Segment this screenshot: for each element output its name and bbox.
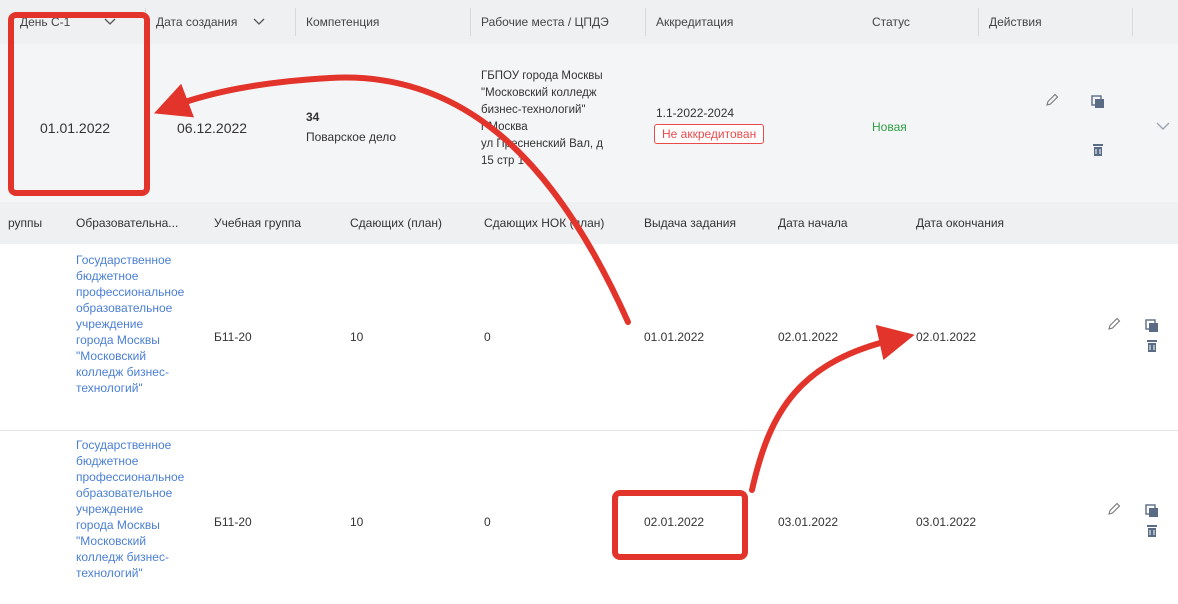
org-line: "Московский	[76, 534, 147, 548]
org-line: профессиональное	[76, 470, 185, 484]
copy-icon[interactable]	[1144, 318, 1160, 334]
copy-icon[interactable]	[1090, 94, 1106, 110]
end-date-value: 03.01.2022	[916, 515, 977, 529]
study-group-value: Б11-20	[214, 515, 252, 529]
trash-icon[interactable]	[1144, 338, 1160, 354]
competence-name: Поварское дело	[306, 130, 397, 144]
workplace-line: бизнес-технологий"	[481, 104, 586, 116]
org-line: учреждение	[76, 317, 144, 331]
org-link[interactable]: Государственное бюджетное профессиональн…	[76, 252, 200, 396]
nok-plan-value: 0	[484, 330, 491, 344]
chevron-down-icon[interactable]	[1156, 120, 1172, 136]
workplace-line: ул Пресненский Вал, д	[481, 138, 604, 150]
issue-date-value: 01.01.2022	[644, 330, 705, 344]
created-date-value: 06.12.2022	[177, 120, 248, 136]
org-line: бюджетное	[76, 454, 139, 468]
table-header: День С-1 Дата создания Компетенция Рабоч…	[0, 0, 1178, 44]
competence-code: 34	[306, 110, 320, 124]
org-line: образовательное	[76, 486, 173, 500]
workplace-line: "Московский колледж	[481, 87, 597, 99]
pencil-icon[interactable]	[1106, 316, 1122, 332]
accreditation-code: 1.1-2022-2024	[656, 106, 735, 120]
trash-icon[interactable]	[1090, 142, 1106, 158]
org-line: колледж бизнес-	[76, 365, 169, 379]
nok-plan-value: 0	[484, 515, 491, 529]
header-accreditation: Аккредитация	[656, 15, 734, 29]
start-date-value: 03.01.2022	[778, 515, 839, 529]
workplace-line: ГБПОУ города Москвы	[481, 70, 603, 82]
org-line: технологий"	[76, 381, 143, 395]
header-day-c1[interactable]: День С-1	[20, 0, 116, 44]
org-line: технологий"	[76, 566, 143, 580]
trash-icon[interactable]	[1144, 523, 1160, 539]
header-created-date[interactable]: Дата создания	[156, 0, 265, 44]
subheader-org: Образовательна...	[76, 216, 179, 230]
plan-value: 10	[350, 330, 364, 344]
org-line: города Москвы	[76, 518, 160, 532]
start-date-value: 02.01.2022	[778, 330, 839, 344]
chevron-down-icon[interactable]	[253, 0, 265, 44]
header-created-label: Дата создания	[156, 15, 238, 29]
header-actions: Действия	[989, 15, 1042, 29]
org-line: Государственное	[76, 253, 172, 267]
org-line: профессиональное	[76, 285, 185, 299]
chevron-down-icon[interactable]	[104, 0, 116, 44]
org-line: учреждение	[76, 502, 144, 516]
header-competence: Компетенция	[306, 15, 380, 29]
subheader-issue-date: Выдача задания	[644, 216, 736, 230]
subtable-header: руппы Образовательна... Учебная группа С…	[0, 202, 1178, 244]
header-day-c1-label: День С-1	[20, 15, 71, 29]
table-row[interactable]: Государственное бюджетное профессиональн…	[0, 431, 1178, 604]
subheader-end-date: Дата окончания	[916, 216, 1005, 230]
pencil-icon[interactable]	[1106, 501, 1122, 517]
table-row[interactable]: 01.01.2022 06.12.2022 34 Поварское дело …	[0, 44, 1178, 202]
plan-value: 10	[350, 515, 364, 529]
subheader-nok-plan: Сдающих НОК (план)	[484, 216, 605, 230]
header-workplaces: Рабочие места / ЦПДЭ	[481, 15, 609, 29]
pencil-icon[interactable]	[1044, 92, 1060, 108]
subheader-study-group: Учебная группа	[214, 216, 302, 230]
org-line: колледж бизнес-	[76, 550, 169, 564]
status-badge: Новая	[872, 120, 907, 134]
org-line: бюджетное	[76, 269, 139, 283]
subheader-group-num: руппы	[8, 216, 43, 230]
workplace-line: г Москва	[481, 121, 528, 133]
org-link[interactable]: Государственное бюджетное профессиональн…	[76, 437, 200, 581]
study-group-value: Б11-20	[214, 330, 252, 344]
issue-date-value: 02.01.2022	[644, 515, 705, 529]
workplace-address: ГБПОУ города Москвы "Московский колледж …	[481, 68, 641, 170]
accreditation-badge: Не аккредитован	[654, 124, 765, 144]
table-row[interactable]: Государственное бюджетное профессиональн…	[0, 244, 1178, 430]
org-line: Государственное	[76, 438, 172, 452]
header-status: Статус	[872, 15, 910, 29]
copy-icon[interactable]	[1144, 503, 1160, 519]
workplace-line: 15 стр 1	[481, 155, 524, 167]
org-line: образовательное	[76, 301, 173, 315]
subheader-start-date: Дата начала	[778, 216, 848, 230]
not-accredited-badge: Не аккредитован	[654, 124, 765, 144]
day-c1-value: 01.01.2022	[40, 120, 111, 136]
org-line: города Москвы	[76, 333, 160, 347]
end-date-value: 02.01.2022	[916, 330, 977, 344]
subheader-plan: Сдающих (план)	[350, 216, 443, 230]
org-line: "Московский	[76, 349, 147, 363]
